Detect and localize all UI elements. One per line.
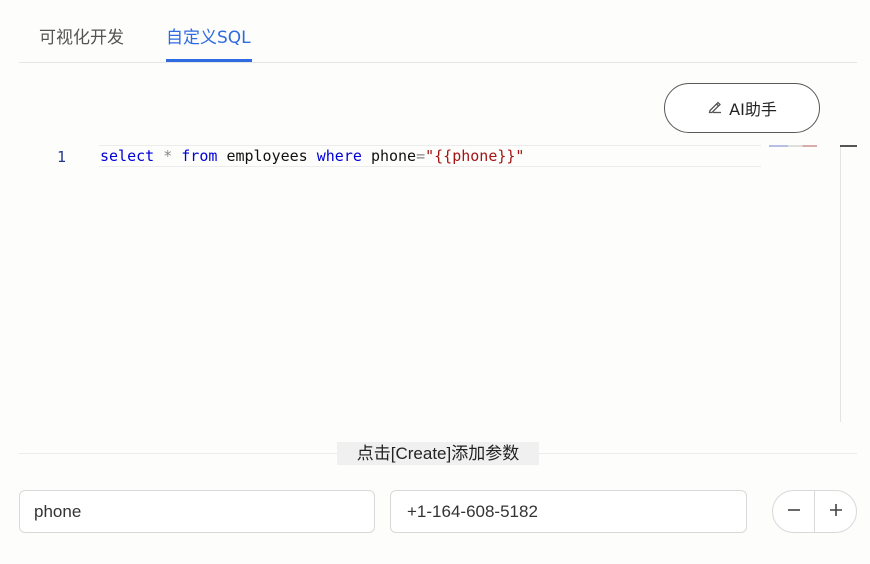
params-hint: 点击[Create]添加参数 [337,442,539,465]
add-param-button[interactable] [814,491,856,532]
editor-minimap[interactable] [769,145,817,147]
editor-scrollbar-thumb[interactable] [840,145,857,147]
operator-equals: = [416,147,426,165]
operator-star: * [163,147,173,165]
line-number: 1 [57,148,67,166]
keyword-from: from [181,147,218,165]
remove-param-button[interactable] [773,491,814,532]
keyword-where: where [316,147,362,165]
editor-scrollbar[interactable] [840,145,841,422]
table-name: employees [226,147,308,165]
ai-assistant-label: AI助手 [729,100,777,119]
tab-visual-development[interactable]: 可视化开发 [39,26,124,50]
tab-bar: 可视化开发 自定义SQL [19,0,857,63]
keyword-select: select [100,147,155,165]
minus-icon [786,502,802,522]
param-stepper [772,490,857,533]
sql-editor[interactable]: 1 select * from employees where phone="{… [19,140,857,422]
plus-icon [828,502,844,522]
param-name-input[interactable] [19,490,375,533]
active-tab-indicator [166,59,252,62]
ai-assistant-button[interactable]: AI助手 [664,83,820,133]
param-value-input[interactable] [390,490,747,533]
column-name: phone [370,147,417,165]
string-literal: "{{phone}}" [425,147,525,165]
tab-custom-sql[interactable]: 自定义SQL [166,26,251,50]
pen-icon [707,98,723,118]
code-line[interactable]: select * from employees where phone="{{p… [99,145,761,167]
